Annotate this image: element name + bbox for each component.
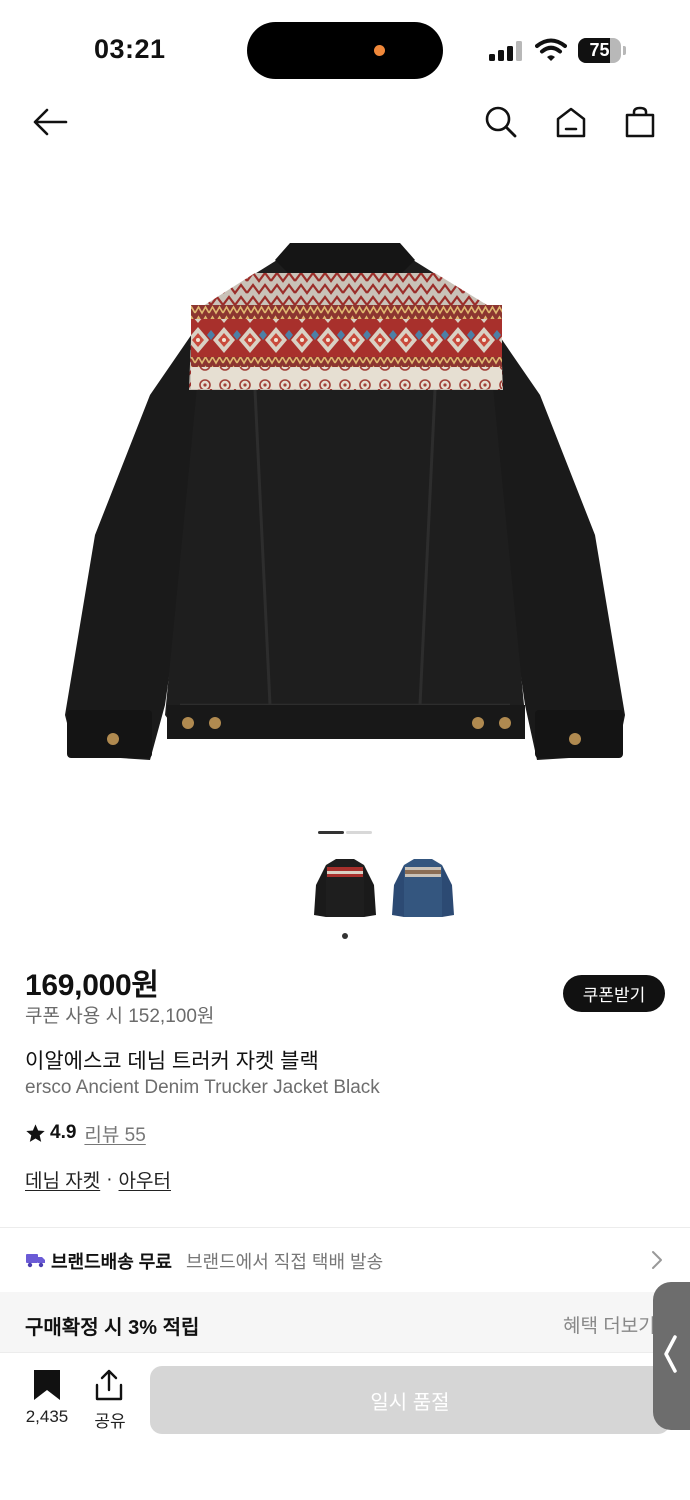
shopping-bag-icon [625,106,655,138]
more-benefits-link[interactable]: 혜택 더보기 [563,1311,656,1338]
status-time: 03:21 [94,34,166,64]
rating: 4.9 리뷰 55 [25,1120,146,1147]
share-button[interactable]: 공유 [86,1369,134,1431]
back-arrow-icon [33,108,68,136]
back-button[interactable] [30,102,70,142]
product-name-ko: 이알에스코 데님 트러커 자켓 블랙 [25,1050,319,1073]
battery-cap [623,46,626,55]
thumbnail-strip [312,855,462,935]
sold-out-button: 일시 품절 [150,1366,670,1434]
product-price: 169,000원 [25,969,159,1002]
dynamic-island [247,22,443,79]
image-pager [318,831,372,835]
get-coupon-button[interactable]: 쿠폰받기 [563,975,665,1012]
chevron-left-icon [664,1335,677,1373]
product-name-en: ersco Ancient Denim Trucker Jacket Black [25,1077,380,1098]
category-breadcrumb: 데님 자켓 · 아우터 [25,1166,171,1193]
battery-level: 75 [589,40,610,60]
status-bar: 03:21 75 [0,0,690,100]
recording-indicator-icon [374,45,385,56]
search-button[interactable] [481,102,521,142]
category-link-outer[interactable]: 아우터 [119,1166,171,1193]
home-icon [556,107,586,138]
pager-active-segment [318,831,344,834]
share-label: 공유 [94,1412,126,1431]
side-panel-tab[interactable] [653,1282,690,1430]
delivery-truck-icon [26,1254,45,1268]
product-image[interactable] [55,235,635,775]
bookmark-button[interactable]: 2,435 [16,1369,78,1429]
points-title: 구매확정 시 3% 적립 [25,1317,200,1339]
points-benefit-row: 구매확정 시 3% 적립 혜택 더보기 [0,1292,690,1352]
cellular-signal-icon [489,41,522,61]
bookmark-count: 2,435 [25,1407,69,1426]
pager-inactive-segment [346,831,372,834]
top-nav [0,100,690,146]
battery-icon: 75 [578,38,626,63]
thumbnail-indicator-dot [342,933,348,939]
battery-body: 75 [578,38,621,63]
coupon-price: 쿠폰 사용 시 152,100원 [25,1006,215,1027]
home-button[interactable] [551,102,591,142]
rating-value: 4.9 [50,1122,77,1143]
section-divider [0,1227,690,1228]
category-link-denim-jacket[interactable]: 데님 자켓 [25,1166,100,1193]
category-separator: · [106,1168,113,1190]
bookmark-icon [34,1370,60,1400]
thumbnail-black-jacket[interactable] [312,855,378,925]
delivery-description: 브랜드에서 직접 택배 발송 [186,1252,384,1272]
share-icon [95,1369,123,1401]
thumbnail-blue-jacket[interactable] [390,855,456,925]
bottom-action-bar: 2,435 공유 일시 품절 [0,1352,690,1500]
delivery-info-row[interactable]: 브랜드배송 무료 브랜드에서 직접 택배 발송 [0,1236,690,1284]
delivery-title: 브랜드배송 무료 [51,1252,172,1272]
cart-button[interactable] [620,102,660,142]
search-icon [485,106,517,138]
review-link[interactable]: 리뷰 55 [84,1120,145,1147]
wifi-icon [535,38,567,61]
chevron-right-icon [652,1251,662,1269]
star-icon [26,1123,45,1142]
